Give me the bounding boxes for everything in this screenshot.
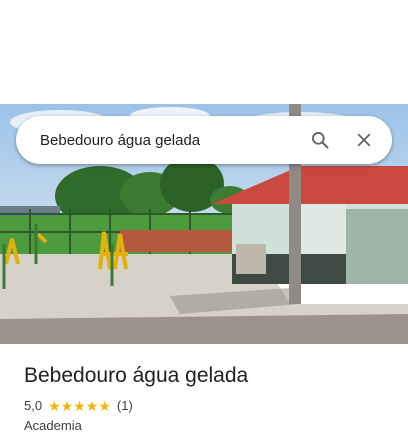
review-count[interactable]: (1) [117, 398, 133, 413]
blank-header-area [0, 0, 408, 104]
place-title: Bebedouro água gelada [24, 364, 249, 387]
rating-stars: ★ ★ ★ ★ ★ [48, 399, 111, 413]
place-info-panel: Bebedouro água gelada 5,0 ★ ★ ★ ★ ★ (1) … [0, 344, 408, 448]
close-button[interactable] [342, 118, 386, 162]
close-icon [357, 133, 371, 147]
place-category: Academia [24, 418, 82, 433]
star-icon: ★ [48, 397, 61, 414]
star-icon: ★ [85, 397, 99, 414]
star-icon: ★ [73, 397, 86, 414]
rating-value: 5,0 [24, 398, 43, 413]
search-input[interactable]: Bebedouro água gelada [16, 132, 298, 149]
search-button[interactable] [298, 118, 342, 162]
star-icon: ★ [98, 397, 111, 414]
rating-row[interactable]: 5,0 ★ ★ ★ ★ ★ (1) [24, 398, 133, 413]
search-bar[interactable]: Bebedouro água gelada [16, 116, 392, 164]
star-icon: ★ [60, 397, 74, 414]
search-icon [312, 132, 329, 149]
